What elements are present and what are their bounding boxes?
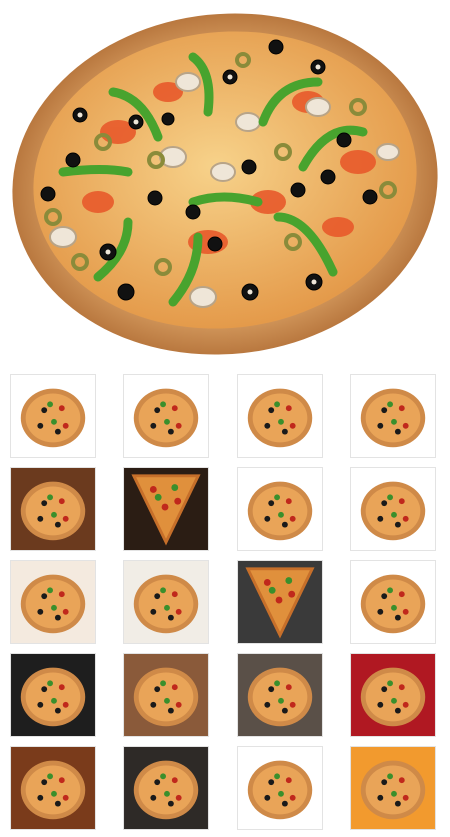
thumbnail-image <box>351 654 435 736</box>
pizza-thumbnail-9[interactable] <box>10 560 96 644</box>
thumbnail-image <box>11 747 95 829</box>
thumbnail-image <box>351 561 435 643</box>
thumbnail-image <box>11 654 95 736</box>
thumbnail-image <box>238 468 322 550</box>
pizza-illustration <box>12 13 438 355</box>
pizza-thumbnail-17[interactable] <box>10 746 96 830</box>
pizza-thumbnail-14[interactable] <box>123 653 209 737</box>
hero-pizza-image <box>8 12 442 357</box>
pizza-thumbnail-6[interactable] <box>123 467 209 551</box>
pizza-thumbnail-3[interactable] <box>237 374 323 458</box>
thumbnail-image <box>11 561 95 643</box>
pizza-thumbnail-12[interactable] <box>350 560 436 644</box>
pizza-thumbnail-20[interactable] <box>350 746 436 830</box>
pizza-thumbnail-5[interactable] <box>10 467 96 551</box>
thumbnail-image <box>124 561 208 643</box>
pizza-thumbnail-16[interactable] <box>350 653 436 737</box>
pizza-thumbnail-10[interactable] <box>123 560 209 644</box>
thumbnail-image <box>351 468 435 550</box>
pizza-thumbnail-4[interactable] <box>350 374 436 458</box>
thumbnail-image <box>124 747 208 829</box>
thumbnail-image <box>238 561 322 643</box>
thumbnail-image <box>11 375 95 457</box>
thumbnail-image <box>11 468 95 550</box>
thumbnail-gallery <box>0 372 450 837</box>
thumbnail-image <box>351 747 435 829</box>
pizza-thumbnail-2[interactable] <box>123 374 209 458</box>
pizza-thumbnail-7[interactable] <box>237 467 323 551</box>
pizza-thumbnail-18[interactable] <box>123 746 209 830</box>
pizza-thumbnail-1[interactable] <box>10 374 96 458</box>
thumbnail-image <box>238 375 322 457</box>
thumbnail-image <box>238 654 322 736</box>
thumbnail-image <box>124 654 208 736</box>
pizza-thumbnail-13[interactable] <box>10 653 96 737</box>
pizza-thumbnail-19[interactable] <box>237 746 323 830</box>
thumbnail-image <box>124 375 208 457</box>
thumbnail-image <box>124 468 208 550</box>
thumbnail-image <box>351 375 435 457</box>
pizza-thumbnail-15[interactable] <box>237 653 323 737</box>
pizza-thumbnail-11[interactable] <box>237 560 323 644</box>
thumbnail-image <box>238 747 322 829</box>
pizza-thumbnail-8[interactable] <box>350 467 436 551</box>
